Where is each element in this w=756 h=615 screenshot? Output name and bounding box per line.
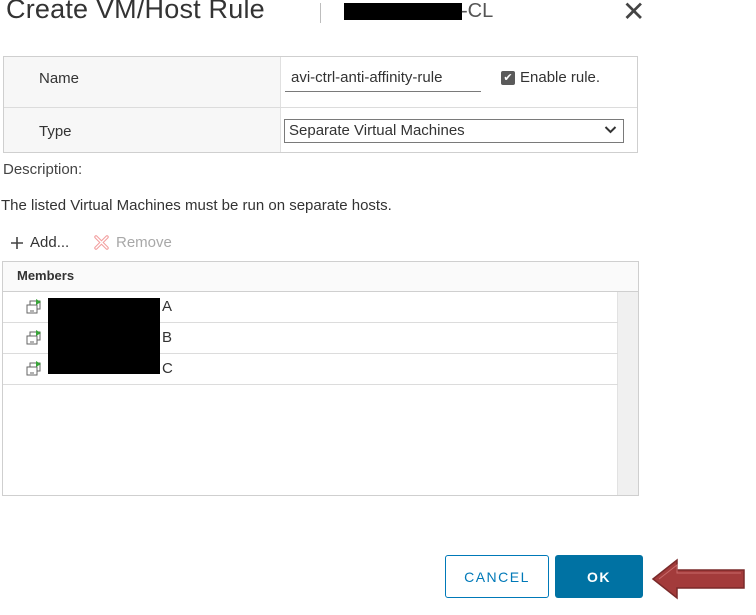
enable-rule-checkbox[interactable]: ✔ Enable rule.	[501, 69, 600, 86]
rule-type-value: Separate Virtual Machines	[289, 122, 465, 139]
ok-button[interactable]: OK	[555, 555, 643, 598]
members-column-header[interactable]: Members	[3, 262, 638, 292]
arrow-pointer-icon	[651, 558, 745, 600]
table-row[interactable]: C	[3, 354, 618, 385]
form-row-divider	[4, 107, 637, 108]
add-member-label: Add...	[30, 234, 70, 251]
enable-rule-label: Enable rule.	[520, 69, 601, 86]
grid-scrollbar[interactable]	[617, 292, 638, 495]
remove-icon	[94, 235, 109, 250]
description-text: The listed Virtual Machines must be run …	[1, 197, 392, 214]
close-icon[interactable]: ✕	[622, 0, 645, 26]
vm-name-suffix: B	[162, 329, 173, 346]
virtual-machine-icon	[26, 361, 41, 376]
title-separator	[320, 3, 321, 23]
virtual-machine-icon	[26, 330, 41, 345]
vm-name-suffix: A	[162, 298, 173, 315]
add-member-button[interactable]: Add...	[10, 234, 69, 251]
checkbox-checked-icon[interactable]: ✔	[501, 70, 515, 85]
description-label: Description:	[3, 161, 83, 178]
redacted-vm-name	[48, 354, 160, 374]
remove-member-label: Remove	[116, 234, 172, 251]
plus-icon	[11, 236, 23, 249]
rule-name-input[interactable]	[285, 64, 481, 92]
cancel-button[interactable]: CANCEL	[445, 555, 549, 598]
type-label: Type	[39, 123, 72, 140]
remove-member-button[interactable]: Remove	[93, 234, 172, 251]
virtual-machine-icon	[26, 299, 41, 314]
cluster-name-suffix: -CL	[461, 0, 494, 22]
dialog-title: Create VM/Host Rule	[6, 0, 265, 24]
rule-form: Name ✔ Enable rule. Type Separate Virtua…	[3, 56, 638, 153]
rule-type-select[interactable]: Separate Virtual Machines	[284, 119, 624, 143]
table-row[interactable]: A	[3, 292, 618, 323]
members-grid: Members A B C	[2, 261, 639, 496]
chevron-down-icon	[604, 126, 617, 134]
redacted-cluster-name	[344, 3, 462, 20]
vm-name-suffix: C	[162, 360, 173, 377]
name-label: Name	[39, 70, 80, 87]
redacted-vm-name	[48, 298, 160, 323]
table-row[interactable]: B	[3, 323, 618, 354]
redacted-vm-name	[48, 323, 160, 354]
